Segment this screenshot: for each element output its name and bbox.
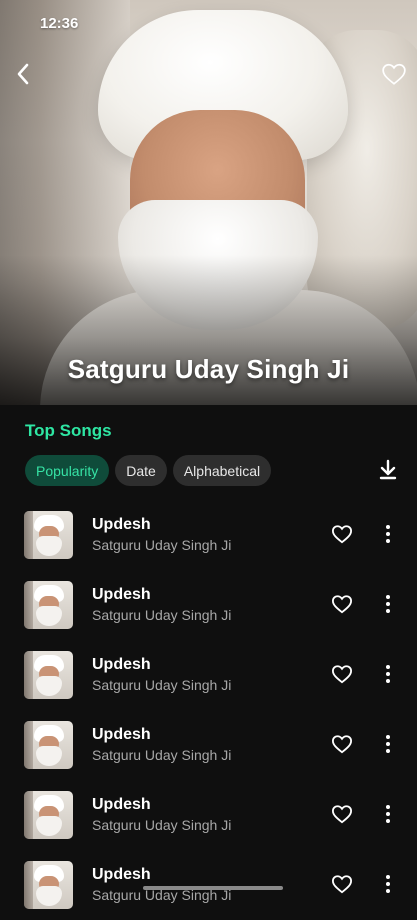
song-thumbnail — [24, 581, 73, 629]
song-thumbnail — [24, 791, 73, 839]
top-songs-heading: Top Songs — [25, 421, 112, 440]
favorite-song-button[interactable] — [331, 804, 353, 824]
heart-outline-icon — [331, 735, 353, 754]
artist-name-title: Satguru Uday Singh Ji — [67, 354, 350, 384]
artist-hero-image — [0, 0, 417, 405]
favorite-song-button[interactable] — [331, 734, 353, 754]
song-title: Updesh — [92, 516, 151, 533]
song-title: Updesh — [92, 866, 151, 883]
back-button[interactable] — [12, 60, 34, 88]
status-time: 12:36 — [40, 15, 79, 32]
favorite-song-button[interactable] — [331, 594, 353, 614]
more-options-button[interactable] — [380, 732, 396, 756]
heart-outline-icon — [331, 875, 353, 894]
song-artist: Satguru Uday Singh Ji — [92, 607, 232, 623]
sort-chip-date[interactable]: Date — [115, 455, 167, 486]
song-thumbnail — [24, 721, 73, 769]
heart-outline-icon — [331, 665, 353, 684]
favorite-song-button[interactable] — [331, 664, 353, 684]
more-options-button[interactable] — [380, 662, 396, 686]
home-indicator[interactable] — [143, 886, 283, 890]
sort-chips: Popularity Date Alphabetical — [25, 455, 272, 486]
song-row[interactable]: Updesh Satguru Uday Singh Ji — [0, 570, 417, 640]
song-thumbnail — [24, 511, 73, 559]
song-thumbnail — [24, 651, 73, 699]
song-artist: Satguru Uday Singh Ji — [92, 677, 232, 693]
heart-outline-icon — [331, 525, 353, 544]
more-options-button[interactable] — [380, 802, 396, 826]
more-options-button[interactable] — [380, 872, 396, 896]
song-row[interactable]: Updesh Satguru Uday Singh Ji — [0, 850, 417, 920]
song-artist: Satguru Uday Singh Ji — [92, 747, 232, 763]
favorite-song-button[interactable] — [331, 874, 353, 894]
song-list: Updesh Satguru Uday Singh Ji Updesh Satg… — [0, 500, 417, 920]
song-row[interactable]: Updesh Satguru Uday Singh Ji — [0, 640, 417, 710]
more-options-button[interactable] — [380, 522, 396, 546]
sort-chip-popularity[interactable]: Popularity — [25, 455, 110, 486]
download-all-button[interactable] — [376, 458, 400, 482]
song-row[interactable]: Updesh Satguru Uday Singh Ji — [0, 500, 417, 570]
heart-outline-icon — [382, 63, 406, 85]
favorite-artist-button[interactable] — [381, 62, 407, 86]
sort-chip-alphabetical[interactable]: Alphabetical — [172, 455, 272, 486]
song-row[interactable]: Updesh Satguru Uday Singh Ji — [0, 780, 417, 850]
download-icon — [379, 459, 397, 480]
song-title: Updesh — [92, 796, 151, 813]
heart-outline-icon — [331, 595, 353, 614]
song-title: Updesh — [92, 726, 151, 743]
heart-outline-icon — [331, 805, 353, 824]
song-title: Updesh — [92, 586, 151, 603]
song-artist: Satguru Uday Singh Ji — [92, 537, 232, 553]
song-title: Updesh — [92, 656, 151, 673]
song-artist: Satguru Uday Singh Ji — [92, 817, 232, 833]
song-row[interactable]: Updesh Satguru Uday Singh Ji — [0, 710, 417, 780]
favorite-song-button[interactable] — [331, 524, 353, 544]
back-arrow-icon — [17, 63, 29, 85]
more-options-button[interactable] — [380, 592, 396, 616]
song-thumbnail — [24, 861, 73, 909]
